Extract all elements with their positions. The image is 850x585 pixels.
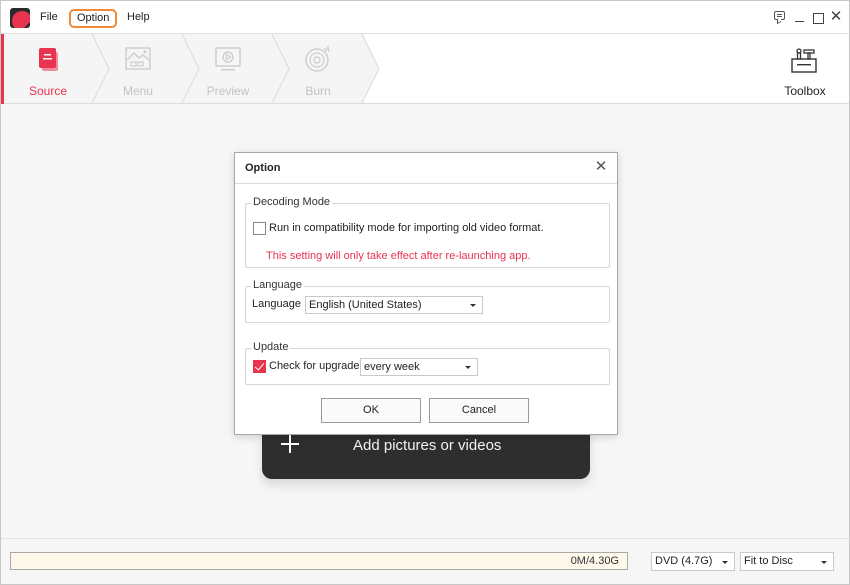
- update-group: Update Check for upgrade every week: [245, 341, 610, 385]
- decoding-mode-group: Decoding Mode Run in compatibility mode …: [245, 196, 610, 268]
- chevron-down-icon: [821, 561, 827, 564]
- disc-type-value: DVD (4.7G): [655, 555, 713, 567]
- maximize-icon[interactable]: [811, 10, 825, 24]
- step-separators: [91, 34, 380, 103]
- disc-type-select[interactable]: DVD (4.7G): [651, 552, 735, 571]
- compatibility-mode-checkbox[interactable]: [253, 222, 266, 235]
- upgrade-frequency-value: every week: [364, 361, 420, 373]
- chevron-down-icon: [470, 304, 476, 307]
- app-window: File Option Help ✕ Source Menu Preview B…: [0, 0, 850, 585]
- dialog-header: Option ✕: [235, 153, 617, 184]
- language-group: Language Language English (United States…: [245, 279, 610, 323]
- check-upgrade-label: Check for upgrade: [269, 360, 360, 372]
- toolbox-button[interactable]: Toolbox: [773, 40, 837, 100]
- plus-icon: [281, 435, 299, 453]
- option-dialog: Option ✕ Decoding Mode Run in compatibil…: [234, 152, 618, 435]
- toolbox-icon: [791, 48, 817, 73]
- language-select[interactable]: English (United States): [305, 296, 483, 314]
- chevron-down-icon: [465, 366, 471, 369]
- check-upgrade-checkbox[interactable]: [253, 360, 266, 373]
- dialog-close-icon[interactable]: ✕: [594, 159, 608, 174]
- compatibility-mode-label: Run in compatibility mode for importing …: [269, 222, 544, 234]
- decoding-mode-title: Decoding Mode: [251, 196, 333, 208]
- language-group-title: Language: [251, 279, 304, 291]
- close-icon[interactable]: ✕: [829, 9, 843, 24]
- menu-help[interactable]: Help: [121, 9, 156, 28]
- relaunch-warning: This setting will only take effect after…: [266, 250, 531, 262]
- fit-mode-select[interactable]: Fit to Disc: [740, 552, 834, 571]
- menu-option[interactable]: Option: [69, 9, 118, 28]
- bottom-bar: 0M/4.30G DVD (4.7G) Fit to Disc: [1, 538, 849, 584]
- dialog-title: Option: [245, 162, 281, 174]
- title-bar: File Option Help ✕: [1, 1, 849, 34]
- fit-mode-value: Fit to Disc: [744, 555, 793, 567]
- ok-button[interactable]: OK: [321, 398, 421, 423]
- upgrade-frequency-select[interactable]: every week: [360, 358, 478, 376]
- toolbox-label: Toolbox: [784, 84, 826, 98]
- app-logo-icon: [10, 8, 30, 28]
- language-value: English (United States): [309, 299, 422, 311]
- menu-file[interactable]: File: [34, 9, 64, 28]
- cancel-button[interactable]: Cancel: [429, 398, 529, 423]
- language-label: Language: [252, 298, 301, 310]
- minimize-icon[interactable]: [793, 10, 807, 24]
- update-group-title: Update: [251, 341, 291, 353]
- step-bar: Source Menu Preview Burn Toolbox: [1, 34, 849, 104]
- capacity-text: 0M/4.30G: [570, 555, 619, 567]
- chevron-down-icon: [722, 561, 728, 564]
- feedback-icon[interactable]: [773, 10, 787, 24]
- add-media-label: Add pictures or videos: [353, 437, 502, 454]
- disc-capacity-bar: 0M/4.30G: [10, 552, 628, 570]
